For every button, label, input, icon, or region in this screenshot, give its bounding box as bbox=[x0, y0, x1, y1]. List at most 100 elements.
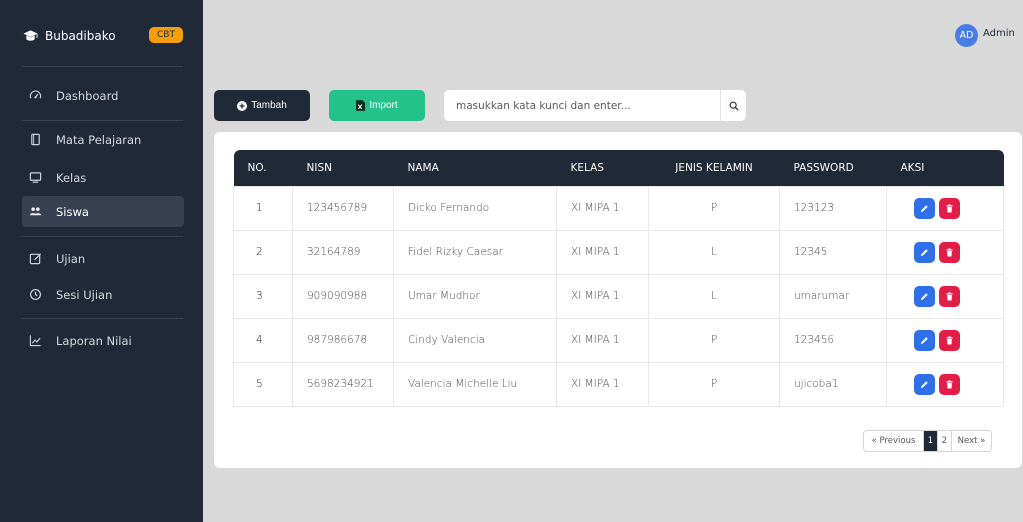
cell-password: ujicoba1 bbox=[779, 361, 887, 407]
delete-button[interactable] bbox=[939, 197, 960, 219]
cell-jenis-kelamin: L bbox=[648, 229, 780, 275]
trash-icon bbox=[946, 379, 953, 389]
students-table: NO. NISN NAMA KELAS JENIS KELAMIN PASSWO… bbox=[233, 150, 1004, 407]
sidebar-item-sesi-ujian[interactable]: Sesi Ujian bbox=[22, 279, 184, 310]
cell-password: umarumar bbox=[779, 273, 887, 319]
users-icon bbox=[28, 205, 42, 219]
cell-jenis-kelamin: L bbox=[648, 273, 780, 319]
clock-icon bbox=[28, 288, 42, 302]
plus-circle-icon bbox=[237, 100, 248, 111]
sidebar-item-label: Dashboard bbox=[56, 88, 119, 103]
cell-no: 3 bbox=[233, 273, 293, 319]
cell-kelas: XI MIPA 1 bbox=[556, 185, 649, 231]
pagination-page-2[interactable]: 2 bbox=[938, 431, 952, 451]
book-icon bbox=[28, 133, 42, 147]
sidebar-item-label: Kelas bbox=[56, 170, 87, 185]
sidebar: Bubadibako CBT Dashboard Mata Pelajaran … bbox=[0, 0, 203, 522]
cell-nama: Cindy Valencia bbox=[393, 317, 557, 363]
cell-nisn: 987986678 bbox=[292, 317, 394, 363]
delete-button[interactable] bbox=[939, 285, 960, 307]
cell-password: 123123 bbox=[779, 185, 887, 231]
cell-jenis-kelamin: P bbox=[648, 317, 780, 363]
pagination-page-1[interactable]: 1 bbox=[924, 431, 938, 451]
cell-no: 1 bbox=[233, 185, 293, 231]
cell-aksi bbox=[886, 317, 1004, 363]
cell-nisn: 909090988 bbox=[292, 273, 394, 319]
edit-button[interactable] bbox=[914, 373, 935, 395]
cell-no: 5 bbox=[233, 361, 293, 407]
sidebar-item-kelas[interactable]: Kelas bbox=[22, 162, 184, 193]
brand[interactable]: Bubadibako bbox=[23, 26, 116, 46]
search-box bbox=[444, 90, 746, 121]
cell-kelas: XI MIPA 1 bbox=[556, 361, 649, 407]
search-button[interactable] bbox=[720, 90, 746, 121]
trash-icon bbox=[946, 335, 953, 345]
sidebar-item-siswa[interactable]: Siswa bbox=[22, 196, 184, 227]
trash-icon bbox=[946, 203, 953, 213]
table-row: 5 5698234921 Valencia Michelle Liu XI MI… bbox=[233, 361, 1004, 407]
trash-icon bbox=[946, 291, 953, 301]
pencil-icon bbox=[920, 336, 928, 344]
dashboard-icon bbox=[28, 89, 42, 103]
students-card: NO. NISN NAMA KELAS JENIS KELAMIN PASSWO… bbox=[214, 132, 1022, 468]
sidebar-item-mata-pelajaran[interactable]: Mata Pelajaran bbox=[22, 124, 184, 155]
sidebar-item-ujian[interactable]: Ujian bbox=[22, 243, 184, 274]
cell-aksi bbox=[886, 273, 1004, 319]
edit-icon bbox=[28, 252, 42, 266]
delete-button[interactable] bbox=[939, 373, 960, 395]
add-button-label: Tambah bbox=[251, 100, 287, 111]
cell-nisn: 123456789 bbox=[292, 185, 394, 231]
excel-file-icon bbox=[356, 100, 366, 111]
cell-jenis-kelamin: P bbox=[648, 361, 780, 407]
sidebar-item-label: Laporan Nilai bbox=[56, 333, 132, 348]
sidebar-divider bbox=[22, 236, 183, 237]
sidebar-divider bbox=[22, 66, 183, 67]
delete-button[interactable] bbox=[939, 329, 960, 351]
cell-jenis-kelamin: P bbox=[648, 185, 780, 231]
cell-no: 4 bbox=[233, 317, 293, 363]
column-header: NISN bbox=[292, 150, 394, 186]
delete-button[interactable] bbox=[939, 241, 960, 263]
cell-nisn: 32164789 bbox=[292, 229, 394, 275]
search-input[interactable] bbox=[444, 90, 720, 121]
table-row: 3 909090988 Umar Mudhor XI MIPA 1 L umar… bbox=[233, 273, 1004, 319]
column-header: AKSI bbox=[886, 150, 1004, 186]
classroom-icon bbox=[28, 171, 42, 185]
pagination-previous[interactable]: « Previous bbox=[864, 431, 924, 451]
column-header: PASSWORD bbox=[779, 150, 887, 186]
user-name[interactable]: Admin bbox=[983, 28, 1015, 39]
sidebar-item-label: Sesi Ujian bbox=[56, 287, 113, 302]
brand-name: Bubadibako bbox=[45, 29, 116, 43]
edit-button[interactable] bbox=[914, 329, 935, 351]
cell-aksi bbox=[886, 361, 1004, 407]
sidebar-item-label: Siswa bbox=[56, 204, 89, 219]
cell-nama: Valencia Michelle Liu bbox=[393, 361, 557, 407]
avatar[interactable]: AD bbox=[955, 24, 978, 47]
column-header: NAMA bbox=[393, 150, 557, 186]
sidebar-item-label: Mata Pelajaran bbox=[56, 132, 142, 147]
column-header: KELAS bbox=[556, 150, 649, 186]
cell-kelas: XI MIPA 1 bbox=[556, 273, 649, 319]
table-row: 1 123456789 Dicko Fernando XI MIPA 1 P 1… bbox=[233, 185, 1004, 231]
sidebar-item-laporan-nilai[interactable]: Laporan Nilai bbox=[22, 325, 184, 356]
search-icon bbox=[729, 101, 738, 110]
cell-kelas: XI MIPA 1 bbox=[556, 229, 649, 275]
sidebar-divider bbox=[22, 120, 183, 121]
pagination-next[interactable]: Next » bbox=[952, 431, 991, 451]
table-row: 2 32164789 Fidel Rizky Caesar XI MIPA 1 … bbox=[233, 229, 1004, 275]
edit-button[interactable] bbox=[914, 285, 935, 307]
edit-button[interactable] bbox=[914, 241, 935, 263]
graduation-cap-icon bbox=[23, 29, 38, 43]
add-button[interactable]: Tambah bbox=[214, 90, 310, 121]
cell-nisn: 5698234921 bbox=[292, 361, 394, 407]
import-button[interactable]: Import bbox=[329, 90, 425, 121]
table-row: 4 987986678 Cindy Valencia XI MIPA 1 P 1… bbox=[233, 317, 1004, 363]
cell-password: 123456 bbox=[779, 317, 887, 363]
edit-button[interactable] bbox=[914, 197, 935, 219]
pencil-icon bbox=[920, 292, 928, 300]
cell-aksi bbox=[886, 229, 1004, 275]
import-button-label: Import bbox=[369, 100, 398, 111]
column-header: NO. bbox=[233, 150, 293, 186]
sidebar-item-label: Ujian bbox=[56, 251, 86, 266]
sidebar-item-dashboard[interactable]: Dashboard bbox=[22, 80, 184, 111]
